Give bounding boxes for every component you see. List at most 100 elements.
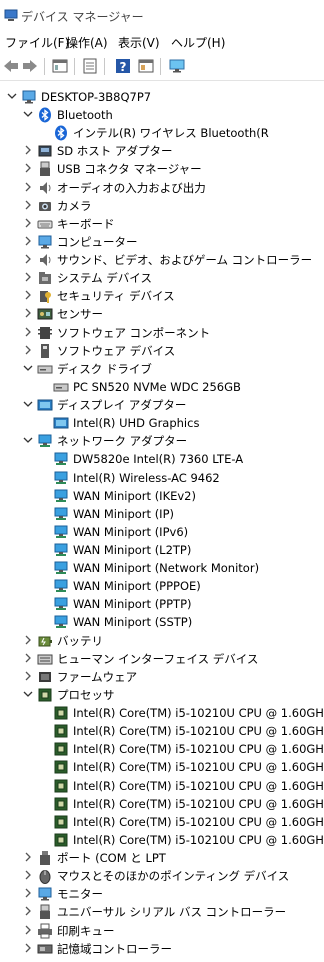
processor-icon xyxy=(53,778,69,794)
tree-device[interactable]: WAN Miniport (L2TP) xyxy=(0,541,324,559)
chevron-right-icon[interactable] xyxy=(22,199,34,211)
chevron-right-icon[interactable] xyxy=(22,162,34,174)
chevron-down-icon[interactable] xyxy=(22,398,34,410)
menu-view[interactable]: 表示(V) xyxy=(118,34,160,51)
tree-category[interactable]: SD ホスト アダプター xyxy=(0,142,324,160)
forward-icon[interactable] xyxy=(21,57,39,75)
tree-device[interactable]: WAN Miniport (IP) xyxy=(0,505,324,523)
tree-device[interactable]: Intel(R) Core(TM) i5-10210U CPU @ 1.60GH xyxy=(0,722,324,740)
tree-category[interactable]: サウンド、ビデオ、およびゲーム コントローラー xyxy=(0,251,324,269)
tree-device[interactable]: Intel(R) Core(TM) i5-10210U CPU @ 1.60GH xyxy=(0,831,324,849)
tree-device[interactable]: Intel(R) Core(TM) i5-10210U CPU @ 1.60GH xyxy=(0,758,324,776)
menu-file[interactable]: ファイル(F) xyxy=(5,34,69,51)
chevron-right-icon[interactable] xyxy=(22,905,34,917)
tree-category[interactable]: ユニバーサル シリアル バス コントローラー xyxy=(0,903,324,921)
tree-device[interactable]: WAN Miniport (Network Monitor) xyxy=(0,559,324,577)
tree-item-label: WAN Miniport (PPPOE) xyxy=(73,579,201,594)
chevron-right-icon[interactable] xyxy=(22,289,34,301)
chevron-right-icon[interactable] xyxy=(22,652,34,664)
tree-device[interactable]: WAN Miniport (IKEv2) xyxy=(0,487,324,505)
display-adapter-icon xyxy=(53,415,69,431)
chevron-down-icon[interactable] xyxy=(6,90,18,102)
tree-category[interactable]: USB コネクタ マネージャー xyxy=(0,160,324,178)
chevron-right-icon[interactable] xyxy=(22,924,34,936)
tree-category[interactable]: ソフトウェア コンポーネント xyxy=(0,324,324,342)
tree-device[interactable]: Intel(R) Core(TM) i5-10210U CPU @ 1.60GH xyxy=(0,740,324,758)
back-icon[interactable] xyxy=(2,57,20,75)
tree-device[interactable]: DW5820e Intel(R) 7360 LTE-A xyxy=(0,450,324,468)
tree-item-label: コンピューター xyxy=(57,234,138,249)
tree-device[interactable]: Intel(R) Core(TM) i5-10210U CPU @ 1.60GH xyxy=(0,795,324,813)
tree-device[interactable]: Intel(R) Core(TM) i5-10210U CPU @ 1.60GH xyxy=(0,777,324,795)
tree-device[interactable]: Intel(R) Core(TM) i5-10210U CPU @ 1.60GH xyxy=(0,704,324,722)
chevron-down-icon[interactable] xyxy=(22,362,34,374)
chevron-right-icon[interactable] xyxy=(22,851,34,863)
tree-category[interactable]: オーディオの入力および出力 xyxy=(0,179,324,197)
tree-item-label: Intel(R) Wireless-AC 9462 xyxy=(73,470,220,485)
tree-category[interactable]: コンピューター xyxy=(0,233,324,251)
tree-category[interactable]: センサー xyxy=(0,305,324,323)
tree-item-label: WAN Miniport (IKEv2) xyxy=(73,488,196,503)
tree-category[interactable]: ヒューマン インターフェイス デバイス xyxy=(0,650,324,668)
tree-category[interactable]: ポート (COM と LPT xyxy=(0,849,324,867)
tree-category[interactable]: プロセッサ xyxy=(0,686,324,704)
properties-panel-icon[interactable] xyxy=(51,57,69,75)
network-icon xyxy=(53,614,69,630)
tree-category[interactable]: ファームウェア xyxy=(0,668,324,686)
tree-root[interactable]: DESKTOP-3B8Q7P7 xyxy=(0,88,324,106)
menu-help[interactable]: ヘルプ(H) xyxy=(171,34,225,51)
tree-category[interactable]: システム デバイス xyxy=(0,269,324,287)
tree-item-label: モニター xyxy=(57,887,103,902)
network-icon xyxy=(53,560,69,576)
tree-category[interactable]: ディスプレイ アダプター xyxy=(0,396,324,414)
help-icon[interactable]: ? xyxy=(114,57,132,75)
tree-category[interactable]: ソフトウェア デバイス xyxy=(0,342,324,360)
chevron-right-icon[interactable] xyxy=(22,217,34,229)
tree-category[interactable]: バッテリ xyxy=(0,632,324,650)
tree-category[interactable]: カメラ xyxy=(0,197,324,215)
chevron-right-icon[interactable] xyxy=(22,253,34,265)
network-icon xyxy=(53,524,69,540)
chevron-right-icon[interactable] xyxy=(22,634,34,646)
tree-category[interactable]: マウスとそのほかのポインティング デバイス xyxy=(0,867,324,885)
chevron-right-icon[interactable] xyxy=(22,235,34,247)
menu-action[interactable]: 操作(A) xyxy=(66,34,108,51)
chevron-right-icon[interactable] xyxy=(22,887,34,899)
tree-device[interactable]: PC SN520 NVMe WDC 256GB xyxy=(0,378,324,396)
tree-category[interactable]: キーボード xyxy=(0,215,324,233)
tree-device[interactable]: Intel(R) Wireless-AC 9462 xyxy=(0,469,324,487)
tree-device[interactable]: Intel(R) UHD Graphics xyxy=(0,414,324,432)
tree-device[interactable]: WAN Miniport (PPTP) xyxy=(0,595,324,613)
chevron-right-icon[interactable] xyxy=(22,307,34,319)
tree-item-label: ソフトウェア デバイス xyxy=(57,343,176,358)
tree-item-label: WAN Miniport (PPTP) xyxy=(73,597,192,612)
tree-device[interactable]: インテル(R) ワイヤレス Bluetooth(R xyxy=(0,124,324,142)
chevron-right-icon[interactable] xyxy=(22,181,34,193)
processor-icon xyxy=(37,687,53,703)
hid-icon xyxy=(37,651,53,667)
tree-device[interactable]: Intel(R) Core(TM) i5-10210U CPU @ 1.60GH xyxy=(0,813,324,831)
monitor-scan-icon[interactable] xyxy=(168,57,186,75)
chevron-down-icon[interactable] xyxy=(22,434,34,446)
view-pane-icon[interactable] xyxy=(137,57,155,75)
document-icon[interactable] xyxy=(81,57,99,75)
tree-category[interactable]: セキュリティ デバイス xyxy=(0,287,324,305)
tree-category[interactable]: Bluetooth xyxy=(0,106,324,124)
chevron-right-icon[interactable] xyxy=(22,942,34,954)
tree-device[interactable]: WAN Miniport (IPv6) xyxy=(0,523,324,541)
tree-category[interactable]: モニター xyxy=(0,885,324,903)
chevron-right-icon[interactable] xyxy=(22,144,34,156)
tree-device[interactable]: WAN Miniport (SSTP) xyxy=(0,613,324,631)
chevron-right-icon[interactable] xyxy=(22,869,34,881)
tree-category[interactable]: ディスク ドライブ xyxy=(0,360,324,378)
chevron-right-icon[interactable] xyxy=(22,271,34,283)
chevron-right-icon[interactable] xyxy=(22,344,34,356)
tree-category[interactable]: 印刷キュー xyxy=(0,922,324,940)
chevron-right-icon[interactable] xyxy=(22,326,34,338)
chevron-down-icon[interactable] xyxy=(22,688,34,700)
tree-category[interactable]: ネットワーク アダプター xyxy=(0,432,324,450)
chevron-right-icon[interactable] xyxy=(22,670,34,682)
tree-device[interactable]: WAN Miniport (PPPOE) xyxy=(0,577,324,595)
chevron-down-icon[interactable] xyxy=(22,108,34,120)
tree-category[interactable]: 記憶域コントローラー xyxy=(0,940,324,958)
